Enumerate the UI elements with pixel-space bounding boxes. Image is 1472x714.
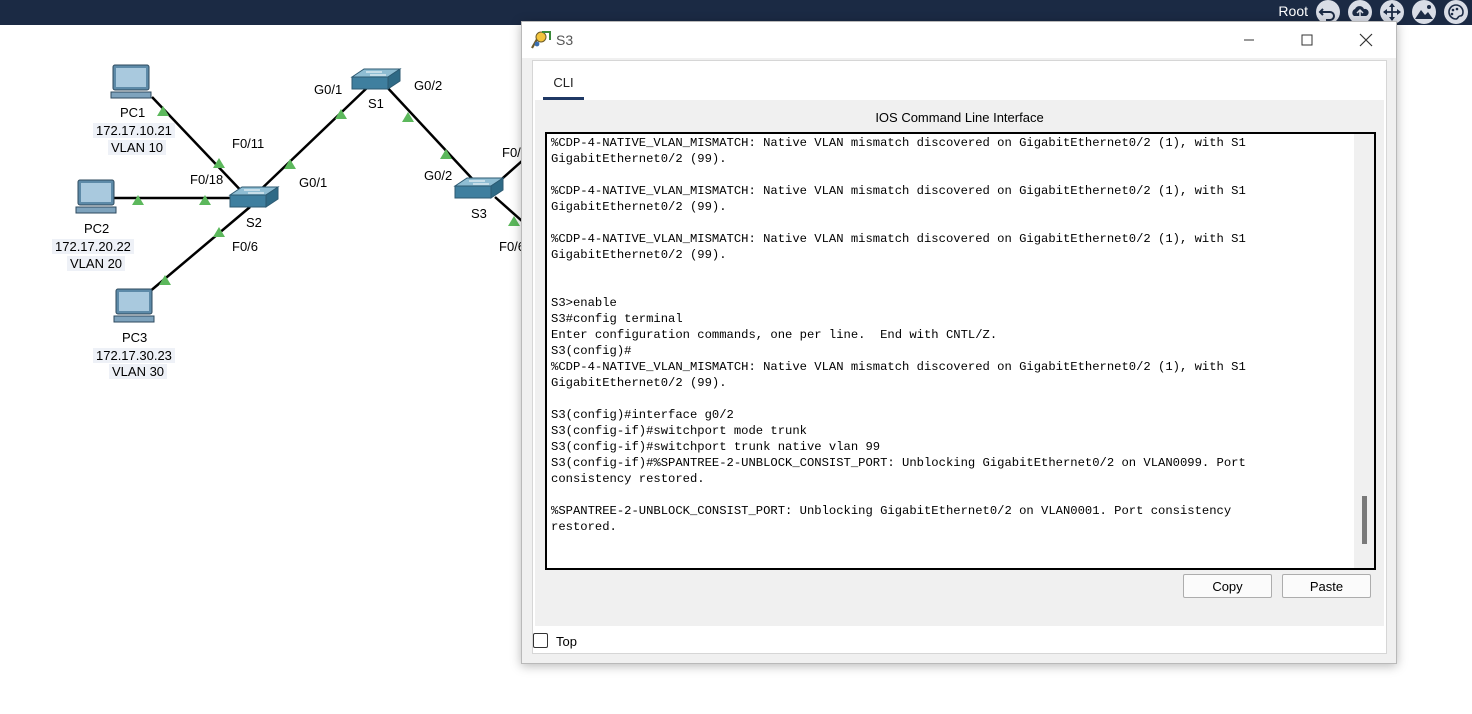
tab-cli[interactable]: CLI	[543, 75, 584, 100]
pc3-vlan: VLAN 30	[109, 364, 168, 379]
port-label-s1-g01: G0/1	[314, 82, 343, 97]
pc2-icon[interactable]	[75, 179, 117, 214]
minimize-icon[interactable]	[1239, 30, 1259, 50]
device-window-s3[interactable]: S3 CLI IOS Command Line Interface %CDP-4…	[521, 21, 1397, 664]
pc1-icon[interactable]	[110, 64, 152, 99]
window-title: S3	[556, 32, 574, 48]
port-label-s2-f06: F0/6	[232, 239, 259, 254]
palette-icon[interactable]	[1442, 0, 1470, 25]
user-label: Root	[1278, 3, 1308, 19]
top-checkbox[interactable]	[533, 633, 548, 648]
cli-terminal[interactable]: %CDP-4-NATIVE_VLAN_MISMATCH: Native VLAN…	[545, 132, 1376, 570]
cli-panel: IOS Command Line Interface %CDP-4-NATIVE…	[535, 100, 1384, 626]
pc2-ip: 172.17.20.22	[52, 239, 134, 254]
port-label-s3-g02: G0/2	[424, 168, 453, 183]
port-label-s2-f018: F0/18	[190, 172, 224, 187]
pc3-name: PC3	[122, 330, 148, 345]
packet-tracer-app-icon	[531, 31, 551, 49]
pc3-ip: 172.17.30.23	[93, 348, 175, 363]
pc2-vlan: VLAN 20	[67, 256, 126, 271]
port-label-s3-f0-top: F0/	[502, 145, 521, 160]
topology-links	[75, 64, 540, 323]
copy-button[interactable]: Copy	[1183, 574, 1272, 598]
cli-heading: IOS Command Line Interface	[875, 110, 1044, 125]
scrollbar-thumb[interactable]	[1362, 496, 1367, 544]
paste-button[interactable]: Paste	[1282, 574, 1371, 598]
window-titlebar[interactable]: S3	[522, 22, 1396, 58]
s3-switch-icon[interactable]	[453, 177, 505, 199]
window-body: CLI IOS Command Line Interface %CDP-4-NA…	[532, 60, 1387, 654]
topology-canvas[interactable]: PC1 172.17.10.21 VLAN 10 PC2 172.17.20.2…	[0, 25, 540, 714]
s1-name: S1	[368, 96, 384, 111]
top-checkbox-label: Top	[556, 634, 577, 649]
pc1-ip: 172.17.10.21	[93, 123, 175, 138]
pc3-icon[interactable]	[113, 288, 155, 323]
port-label-s1-g02: G0/2	[414, 78, 443, 93]
port-label-s2-f011: F0/11	[232, 136, 265, 151]
maximize-icon[interactable]	[1297, 30, 1317, 50]
s3-name: S3	[471, 206, 487, 221]
port-label-s2-g01: G0/1	[299, 175, 328, 190]
pc1-name: PC1	[120, 105, 146, 120]
terminal-scrollbar[interactable]	[1354, 134, 1374, 568]
image-mountains-icon[interactable]	[1410, 0, 1438, 25]
terminal-output[interactable]: %CDP-4-NATIVE_VLAN_MISMATCH: Native VLAN…	[551, 135, 1246, 535]
s2-switch-icon[interactable]	[228, 186, 280, 208]
pc1-vlan: VLAN 10	[108, 140, 167, 155]
s1-switch-icon[interactable]	[350, 68, 402, 90]
s2-name: S2	[246, 215, 262, 230]
close-icon[interactable]	[1356, 30, 1376, 50]
pc2-name: PC2	[84, 221, 110, 236]
